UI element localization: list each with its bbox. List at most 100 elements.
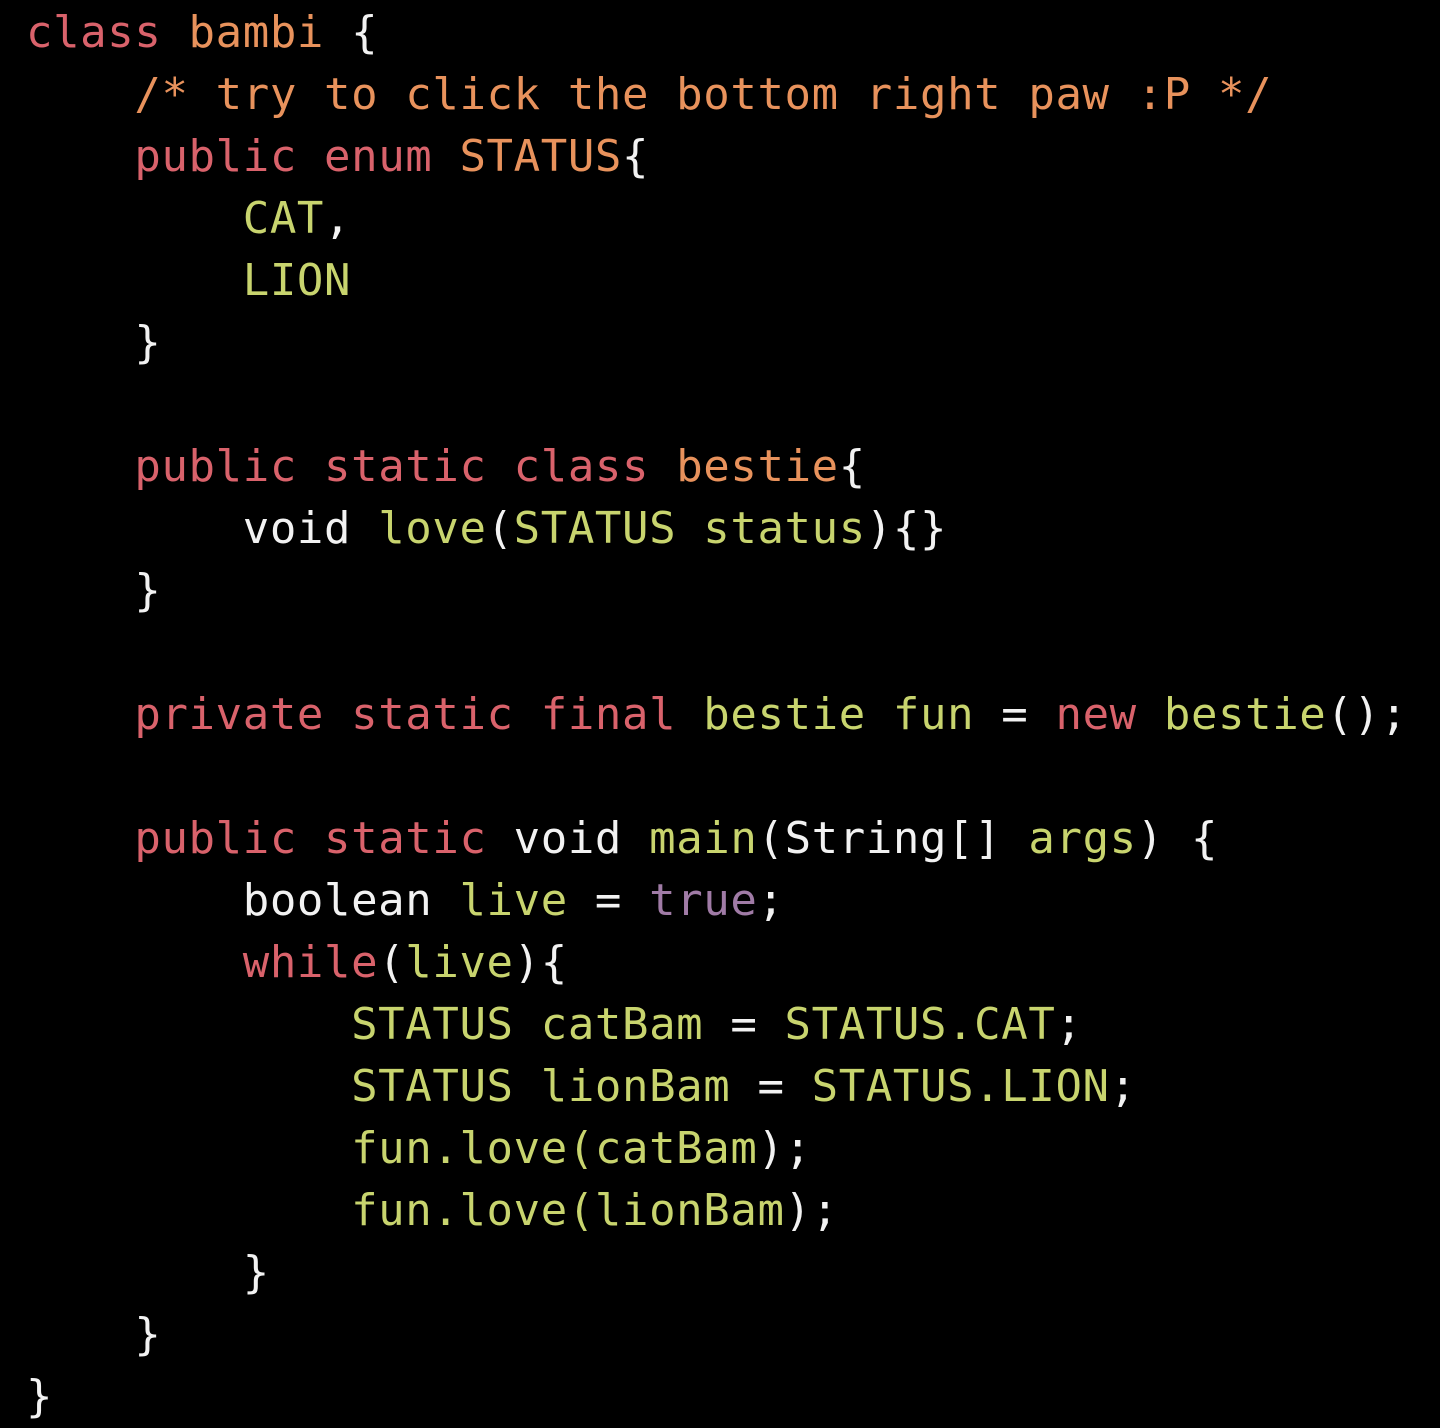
code-token-identifier: STATUS lionBam xyxy=(351,1061,758,1112)
code-token-identifier: main xyxy=(649,813,758,864)
code-line: private static final bestie fun = new be… xyxy=(26,684,1408,746)
code-token-identifier: STATUS status xyxy=(513,503,866,554)
code-line: STATUS catBam = STATUS.CAT; xyxy=(26,994,1408,1056)
code-token-plain: boolean xyxy=(242,875,460,926)
code-token-keyword: static xyxy=(324,441,514,492)
code-line: } xyxy=(26,312,1408,374)
code-token-identifier: STATUS.CAT xyxy=(784,999,1056,1050)
code-token-plain: ); xyxy=(757,1123,812,1174)
code-token-plain: void xyxy=(513,813,650,864)
code-token-plain: (); xyxy=(1326,689,1408,740)
code-token-plain: ; xyxy=(757,875,785,926)
code-line: while(live){ xyxy=(26,932,1408,994)
code-token-plain: { xyxy=(838,441,866,492)
code-token-plain: void xyxy=(242,503,379,554)
code-token-plain: , xyxy=(324,193,352,244)
code-token-plain: } xyxy=(134,565,162,616)
code-line: } xyxy=(26,1242,1408,1304)
code-line: boolean live = true; xyxy=(26,870,1408,932)
code-token-identifier: live xyxy=(459,875,595,926)
code-token-keyword: new xyxy=(1055,689,1164,740)
code-token-keyword: final xyxy=(540,689,704,740)
code-token-plain: ( xyxy=(378,937,406,988)
code-token-identifier: live xyxy=(405,937,514,988)
code-token-keyword: class xyxy=(513,441,677,492)
code-token-class-name: bambi xyxy=(188,7,324,58)
code-token-keyword: public xyxy=(134,813,325,864)
code-token-identifier: STATUS.LION xyxy=(811,1061,1110,1112)
code-token-keyword: public xyxy=(134,441,325,492)
code-token-identifier: LION xyxy=(242,255,352,306)
code-token-keyword: enum xyxy=(324,131,460,182)
code-token-identifier: bestie xyxy=(1163,689,1327,740)
code-line: fun.love(lionBam); xyxy=(26,1180,1408,1242)
code-token-plain: = xyxy=(730,999,785,1050)
code-token-identifier: bestie fun xyxy=(703,689,1002,740)
code-token-boolean-literal: true xyxy=(649,875,758,926)
code-token-keyword: while xyxy=(242,937,379,988)
code-line: STATUS lionBam = STATUS.LION; xyxy=(26,1056,1408,1118)
code-token-plain: ; xyxy=(1055,999,1083,1050)
code-token-identifier: love xyxy=(378,503,487,554)
code-token-identifier: fun.love(lionBam xyxy=(351,1185,785,1236)
code-token-comment: /* try to click the bottom right paw :P … xyxy=(134,69,1273,120)
code-token-plain: } xyxy=(242,1247,270,1298)
code-line: fun.love(catBam); xyxy=(26,1118,1408,1180)
code-editor: class bambi { /* try to click the bottom… xyxy=(0,0,1440,1426)
code-token-identifier: STATUS catBam xyxy=(351,999,731,1050)
code-token-plain: = xyxy=(1001,689,1056,740)
code-line: } xyxy=(26,560,1408,622)
code-token-plain: } xyxy=(134,317,162,368)
code-token-class-name: STATUS xyxy=(459,131,623,182)
code-token-plain: ){} xyxy=(865,503,948,554)
code-token-identifier: CAT xyxy=(242,193,325,244)
code-token-plain: (String[] xyxy=(757,813,1029,864)
code-line: public enum STATUS{ xyxy=(26,126,1408,188)
code-token-class-name: bestie xyxy=(676,441,839,492)
code-token-plain: { xyxy=(622,131,650,182)
code-token-plain: = xyxy=(757,1061,812,1112)
code-token-keyword: class xyxy=(26,7,189,58)
code-token-plain: = xyxy=(594,875,650,926)
code-token-plain: ) { xyxy=(1136,813,1219,864)
code-token-keyword: private xyxy=(134,689,352,740)
code-token-plain: ; xyxy=(1109,1061,1137,1112)
code-block: class bambi { /* try to click the bottom… xyxy=(26,2,1408,1428)
code-token-plain: } xyxy=(134,1309,162,1360)
code-token-keyword: public xyxy=(134,131,325,182)
code-token-plain: ); xyxy=(784,1185,839,1236)
code-line: public static void main(String[] args) { xyxy=(26,808,1408,870)
code-token-plain: ( xyxy=(486,503,514,554)
code-token-keyword: static xyxy=(324,813,514,864)
code-line: LION xyxy=(26,250,1408,312)
code-line: CAT, xyxy=(26,188,1408,250)
code-line: void love(STATUS status){} xyxy=(26,498,1408,560)
code-token-plain: } xyxy=(26,1371,54,1422)
code-token-plain: ){ xyxy=(513,937,568,988)
code-line: public static class bestie{ xyxy=(26,436,1408,498)
code-line: } xyxy=(26,1304,1408,1366)
code-token-identifier: args xyxy=(1028,813,1137,864)
code-line: /* try to click the bottom right paw :P … xyxy=(26,64,1408,126)
